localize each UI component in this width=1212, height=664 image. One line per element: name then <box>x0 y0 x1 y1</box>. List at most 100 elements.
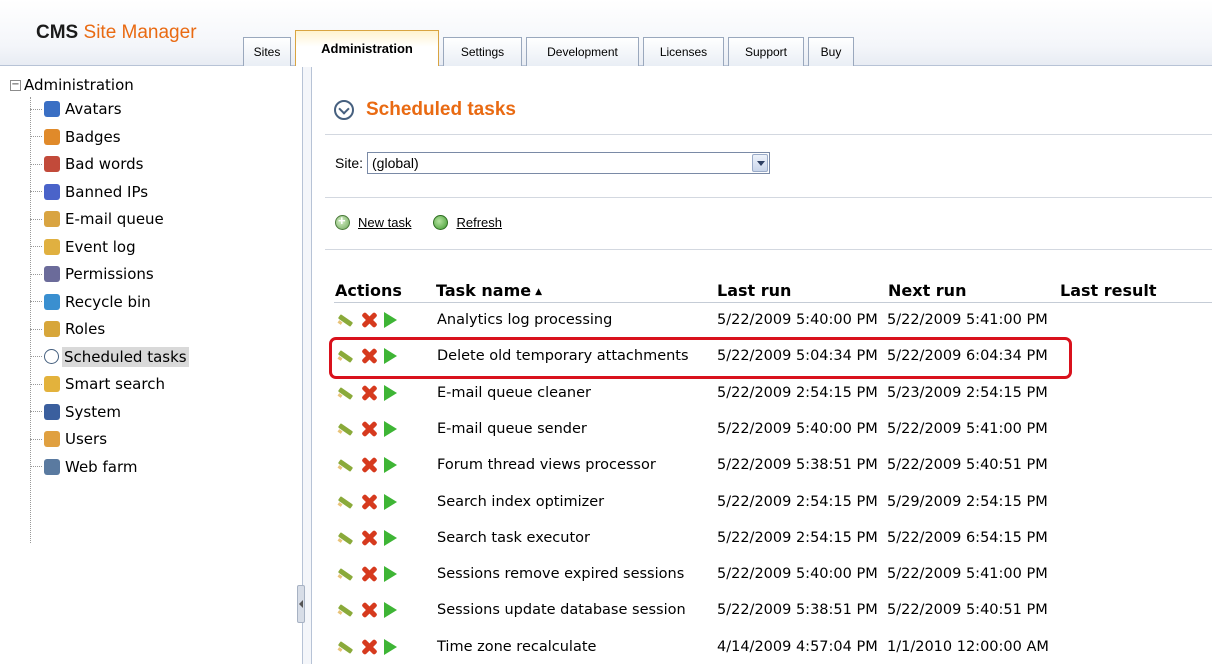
tree-item[interactable]: Users <box>30 427 109 451</box>
last-run-cell: 5/22/2009 2:54:15 PM <box>717 529 878 546</box>
tree-item-label: E-mail queue <box>65 210 164 228</box>
tree-item[interactable]: Roles <box>30 317 107 341</box>
edit-icon[interactable] <box>337 456 355 474</box>
collapse-icon[interactable]: − <box>10 79 21 91</box>
tab-licenses[interactable]: Licenses <box>643 37 724 66</box>
site-select[interactable]: (global) <box>367 152 771 174</box>
tree-item[interactable]: E-mail queue <box>30 207 166 231</box>
edit-icon[interactable] <box>337 638 355 656</box>
tree-connector <box>30 218 42 220</box>
edit-icon[interactable] <box>337 347 355 365</box>
refresh-button[interactable]: Refresh <box>433 215 502 230</box>
tree-item[interactable]: Badges <box>30 125 123 149</box>
tab-buy[interactable]: Buy <box>808 37 854 66</box>
delete-icon[interactable] <box>360 493 378 511</box>
table-row[interactable]: Search task executor 5/22/2009 2:54:15 PM… <box>334 521 1212 557</box>
delete-icon[interactable] <box>360 565 378 583</box>
tree-item-label: Permissions <box>65 265 154 283</box>
edit-icon[interactable] <box>337 420 355 438</box>
email-queue-icon <box>44 211 60 227</box>
tree-item[interactable]: Smart search <box>30 372 167 396</box>
run-icon[interactable] <box>384 312 397 328</box>
run-icon[interactable] <box>384 566 397 583</box>
tree-item[interactable]: Banned IPs <box>30 180 150 204</box>
tab-administration[interactable]: Administration <box>295 30 439 66</box>
new-task-button[interactable]: New task <box>335 213 411 230</box>
header-task-name[interactable]: Task name ▲ <box>436 281 542 300</box>
table-row[interactable]: Sessions update database session 5/22/200… <box>334 593 1212 629</box>
next-run-cell: 5/22/2009 6:04:34 PM <box>887 348 1048 365</box>
table-row[interactable]: E-mail queue cleaner 5/22/2009 2:54:15 PM… <box>334 376 1212 412</box>
tree-item[interactable]: Web farm <box>30 455 139 479</box>
tree-item-label: Badges <box>65 127 121 146</box>
tab-sites[interactable]: Sites <box>243 37 291 66</box>
run-icon[interactable] <box>384 384 397 401</box>
edit-icon[interactable] <box>337 384 355 402</box>
run-icon[interactable] <box>384 602 397 619</box>
header-next-run[interactable]: Next run <box>888 281 966 300</box>
run-icon[interactable] <box>384 638 397 655</box>
next-run-cell: 5/22/2009 5:41:00 PM <box>887 420 1048 437</box>
next-run-cell: 1/1/2010 12:00:00 AM <box>887 638 1049 655</box>
delete-icon[interactable] <box>360 420 378 438</box>
table-row[interactable]: Time zone recalculate 4/14/2009 4:57:04 P… <box>334 630 1212 664</box>
collapse-pane-handle[interactable] <box>297 585 305 623</box>
next-run-cell: 5/22/2009 5:40:51 PM <box>887 602 1048 619</box>
tab-support[interactable]: Support <box>728 37 804 66</box>
run-icon[interactable] <box>384 348 397 365</box>
chevron-down-icon[interactable] <box>752 154 769 172</box>
table-row[interactable]: E-mail queue sender 5/22/2009 5:40:00 PM 5… <box>334 412 1212 448</box>
tree-item[interactable]: Recycle bin <box>30 290 153 314</box>
run-icon[interactable] <box>384 457 397 474</box>
tree-item[interactable]: Avatars <box>30 97 124 121</box>
table-row[interactable]: Search index optimizer 5/22/2009 2:54:15 … <box>334 485 1212 521</box>
tree-item[interactable]: System <box>30 400 123 424</box>
tree-item[interactable]: Permissions <box>30 262 156 286</box>
table-row[interactable]: Forum thread views processor 5/22/2009 5:… <box>334 448 1212 484</box>
last-run-cell: 5/22/2009 5:04:34 PM <box>717 348 878 365</box>
site-select-value: (global) <box>372 155 419 171</box>
task-name-cell: Sessions remove expired sessions <box>437 566 685 583</box>
last-run-cell: 5/22/2009 5:40:00 PM <box>717 312 878 328</box>
table-row[interactable]: Delete old temporary attachments 5/22/200… <box>334 339 1212 375</box>
table-row[interactable]: Sessions remove expired sessions 5/22/200… <box>334 557 1212 593</box>
delete-icon[interactable] <box>360 456 378 474</box>
run-icon[interactable] <box>384 420 397 437</box>
edit-icon[interactable] <box>337 601 355 619</box>
table-row[interactable]: Analytics log processing 5/22/2009 5:40:0… <box>334 303 1212 339</box>
smart-search-icon <box>44 376 60 392</box>
tree-item[interactable]: Event log <box>30 235 138 259</box>
delete-icon[interactable] <box>360 311 378 329</box>
tab-development[interactable]: Development <box>526 37 639 66</box>
run-icon[interactable] <box>384 529 397 546</box>
edit-icon[interactable] <box>337 493 355 511</box>
tab-settings[interactable]: Settings <box>443 37 522 66</box>
pane-splitter[interactable] <box>302 67 312 664</box>
delete-icon[interactable] <box>360 347 378 365</box>
roles-icon <box>44 321 60 337</box>
tree-item[interactable]: Bad words <box>30 152 145 176</box>
edit-icon[interactable] <box>337 565 355 583</box>
edit-icon[interactable] <box>337 311 355 329</box>
row-actions <box>337 565 397 583</box>
tree-connector <box>30 356 42 357</box>
next-run-cell: 5/22/2009 5:40:51 PM <box>887 457 1048 474</box>
header-last-run[interactable]: Last run <box>717 281 791 300</box>
tree-root[interactable]: − Administration <box>10 76 134 94</box>
task-name-cell: Search task executor <box>437 529 590 546</box>
edit-icon[interactable] <box>337 529 355 547</box>
delete-icon[interactable] <box>360 601 378 619</box>
recycle-bin-icon <box>44 293 60 310</box>
delete-icon[interactable] <box>360 384 378 402</box>
tree-item-label: Roles <box>65 320 106 338</box>
run-icon[interactable] <box>384 493 397 510</box>
next-run-cell: 5/22/2009 6:54:15 PM <box>887 529 1048 546</box>
system-icon <box>44 403 60 420</box>
header-last-result[interactable]: Last result <box>1060 281 1157 300</box>
row-actions <box>337 420 397 438</box>
delete-icon[interactable] <box>360 529 378 547</box>
app-logo: CMS Site Manager <box>36 22 197 44</box>
delete-icon[interactable] <box>360 638 378 656</box>
tree-item[interactable]: Scheduled tasks <box>30 345 189 369</box>
row-actions <box>337 311 397 329</box>
